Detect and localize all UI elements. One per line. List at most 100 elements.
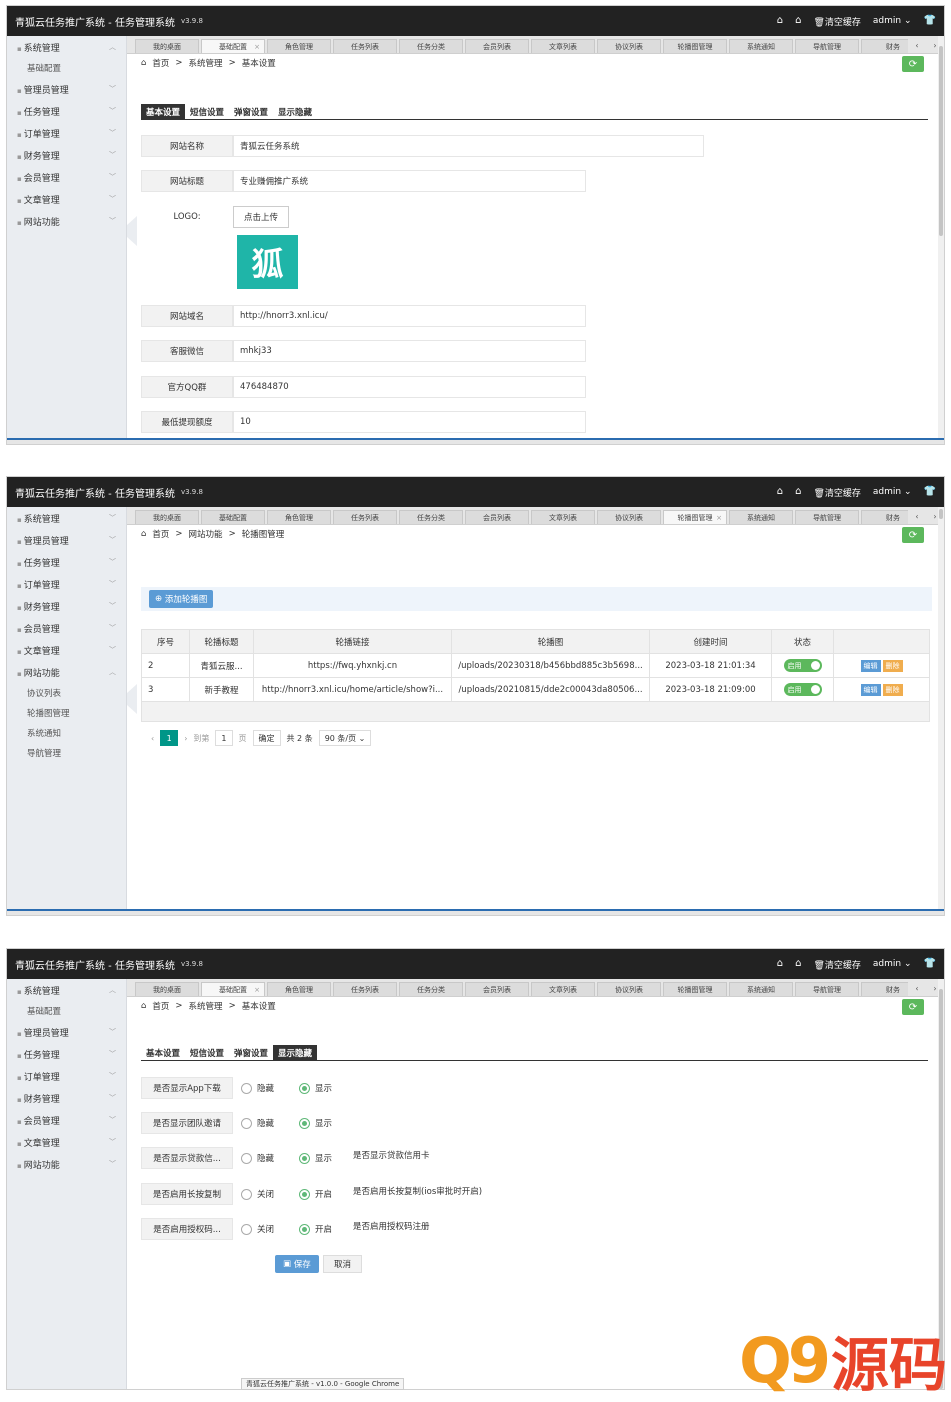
close-icon[interactable]: ×: [716, 514, 722, 522]
add-banner-button[interactable]: ⊕ 添加轮播图: [149, 590, 214, 608]
sidebar-collapse-handle[interactable]: [127, 684, 137, 714]
subtab-sms[interactable]: 短信设置: [185, 104, 229, 119]
sidebar-item-task[interactable]: 任务管理﹀: [7, 100, 126, 122]
domain-input[interactable]: http://hnorr3.xnl.icu/: [233, 305, 586, 327]
sidebar-item-task[interactable]: 任务管理﹀: [7, 551, 126, 573]
sidebar-sub-banner[interactable]: 轮播图管理: [7, 703, 126, 723]
tab-nav[interactable]: 导航管理: [795, 510, 859, 524]
scrollbar-thumb[interactable]: [939, 46, 943, 236]
tab-role[interactable]: 角色管理: [267, 39, 331, 53]
page-input[interactable]: 1: [215, 730, 233, 746]
tab-notice[interactable]: 系统通知: [729, 982, 793, 996]
edit-button[interactable]: 编辑: [860, 659, 881, 672]
site-title-input[interactable]: 专业赚佣推广系统: [233, 170, 586, 192]
refresh-button[interactable]: ⟳: [902, 527, 924, 543]
tab-banner[interactable]: 轮播图管理: [663, 982, 727, 996]
site-name-input[interactable]: 青狐云任务系统: [233, 135, 704, 157]
sidebar-item-system[interactable]: 系统管理︿: [7, 979, 126, 1001]
tab-banner[interactable]: 轮播图管理: [663, 39, 727, 53]
tab-agreement[interactable]: 协议列表: [597, 510, 661, 524]
home-icon[interactable]: ⌂: [777, 487, 783, 497]
sidebar-item-task[interactable]: 任务管理﹀: [7, 1043, 126, 1065]
tab-task-list[interactable]: 任务列表: [333, 39, 397, 53]
shirt-icon[interactable]: 👕: [924, 16, 936, 26]
sidebar-item-order[interactable]: 订单管理﹀: [7, 122, 126, 144]
delete-button[interactable]: 删除: [882, 683, 903, 696]
sidebar-item-order[interactable]: 订单管理﹀: [7, 573, 126, 595]
tab-task-list[interactable]: 任务列表: [333, 510, 397, 524]
sidebar-item-finance[interactable]: 财务管理﹀: [7, 1087, 126, 1109]
subtab-popup[interactable]: 弹窗设置: [229, 104, 273, 119]
chevron-left-icon[interactable]: ‹: [915, 41, 918, 50]
sidebar-sub-agreement[interactable]: 协议列表: [7, 683, 126, 703]
sidebar-item-article[interactable]: 文章管理﹀: [7, 1131, 126, 1153]
sidebar-sub-basic-config[interactable]: 基础配置: [7, 58, 126, 78]
subtab-sms[interactable]: 短信设置: [185, 1045, 229, 1060]
home-alt-icon[interactable]: ⌂: [795, 487, 801, 497]
page-confirm-button[interactable]: 确定: [252, 730, 281, 746]
tab-basic-config[interactable]: 基础配置 ×: [201, 982, 265, 996]
radio-show[interactable]: 显示: [299, 1152, 349, 1164]
chevron-right-icon[interactable]: ›: [184, 734, 187, 743]
tab-basic-config[interactable]: 基础配置: [201, 510, 265, 524]
home-icon[interactable]: ⌂: [777, 959, 783, 969]
edit-button[interactable]: 编辑: [860, 683, 881, 696]
radio-on[interactable]: 开启: [299, 1223, 349, 1235]
tab-task-list[interactable]: 任务列表: [333, 982, 397, 996]
tab-role[interactable]: 角色管理: [267, 510, 331, 524]
sidebar-item-finance[interactable]: 财务管理﹀: [7, 595, 126, 617]
chevron-left-icon[interactable]: ‹: [915, 512, 918, 521]
sidebar-item-article[interactable]: 文章管理﹀: [7, 639, 126, 661]
home-alt-icon[interactable]: ⌂: [795, 959, 801, 969]
sidebar-item-member[interactable]: 会员管理﹀: [7, 617, 126, 639]
radio-on[interactable]: 开启: [299, 1188, 349, 1200]
tab-member-list[interactable]: 会员列表: [465, 39, 529, 53]
radio-hide[interactable]: 隐藏: [241, 1152, 291, 1164]
tab-notice[interactable]: 系统通知: [729, 510, 793, 524]
sidebar-collapse-handle[interactable]: [127, 216, 137, 246]
radio-show[interactable]: 显示: [299, 1117, 349, 1129]
chevron-left-icon[interactable]: ‹: [151, 734, 154, 743]
refresh-button[interactable]: ⟳: [902, 999, 924, 1015]
tab-member-list[interactable]: 会员列表: [465, 982, 529, 996]
sidebar-item-article[interactable]: 文章管理﹀: [7, 188, 126, 210]
sidebar-item-finance[interactable]: 财务管理﹀: [7, 144, 126, 166]
chevron-right-icon[interactable]: ›: [933, 41, 936, 50]
home-alt-icon[interactable]: ⌂: [795, 16, 801, 26]
sidebar-item-member[interactable]: 会员管理﹀: [7, 166, 126, 188]
status-toggle[interactable]: 启用: [783, 683, 822, 696]
tab-desktop[interactable]: 我的桌面: [135, 39, 199, 53]
tab-article-list[interactable]: 文章列表: [531, 510, 595, 524]
subtab-display[interactable]: 显示隐藏: [273, 1045, 318, 1060]
tab-nav[interactable]: 导航管理: [795, 39, 859, 53]
subtab-popup[interactable]: 弹窗设置: [229, 1045, 273, 1060]
tab-article-list[interactable]: 文章列表: [531, 39, 595, 53]
tab-basic-config[interactable]: 基础配置 ×: [201, 39, 265, 53]
sidebar-sub-basic-config[interactable]: 基础配置: [7, 1001, 126, 1021]
sidebar-item-site[interactable]: 网站功能︿: [7, 661, 126, 683]
subtab-display[interactable]: 显示隐藏: [273, 104, 317, 119]
tab-member-list[interactable]: 会员列表: [465, 510, 529, 524]
delete-button[interactable]: 删除: [882, 659, 903, 672]
clear-cache-button[interactable]: 🗑清空缓存: [813, 958, 860, 971]
qq-input[interactable]: 476484870: [233, 376, 586, 398]
save-button[interactable]: ▣ 保存: [275, 1255, 319, 1273]
tab-article-list[interactable]: 文章列表: [531, 982, 595, 996]
refresh-button[interactable]: ⟳: [902, 56, 924, 72]
page-current[interactable]: 1: [160, 730, 179, 746]
tab-desktop[interactable]: 我的桌面: [135, 982, 199, 996]
tab-task-category[interactable]: 任务分类: [399, 982, 463, 996]
tab-notice[interactable]: 系统通知: [729, 39, 793, 53]
sidebar-item-admin[interactable]: 管理员管理﹀: [7, 1021, 126, 1043]
chevron-right-icon[interactable]: ›: [933, 984, 936, 993]
scrollbar-thumb[interactable]: [939, 509, 943, 519]
radio-show[interactable]: 显示: [299, 1082, 349, 1094]
sidebar-sub-nav[interactable]: 导航管理: [7, 743, 126, 763]
wechat-input[interactable]: mhkj33: [233, 340, 586, 362]
sidebar-item-system[interactable]: 系统管理﹀: [7, 507, 126, 529]
sidebar-item-admin[interactable]: 管理员管理﹀: [7, 529, 126, 551]
shirt-icon[interactable]: 👕: [924, 487, 936, 497]
tab-banner[interactable]: 轮播图管理 ×: [663, 510, 727, 524]
tab-agreement[interactable]: 协议列表: [597, 39, 661, 53]
sidebar-item-member[interactable]: 会员管理﹀: [7, 1109, 126, 1131]
